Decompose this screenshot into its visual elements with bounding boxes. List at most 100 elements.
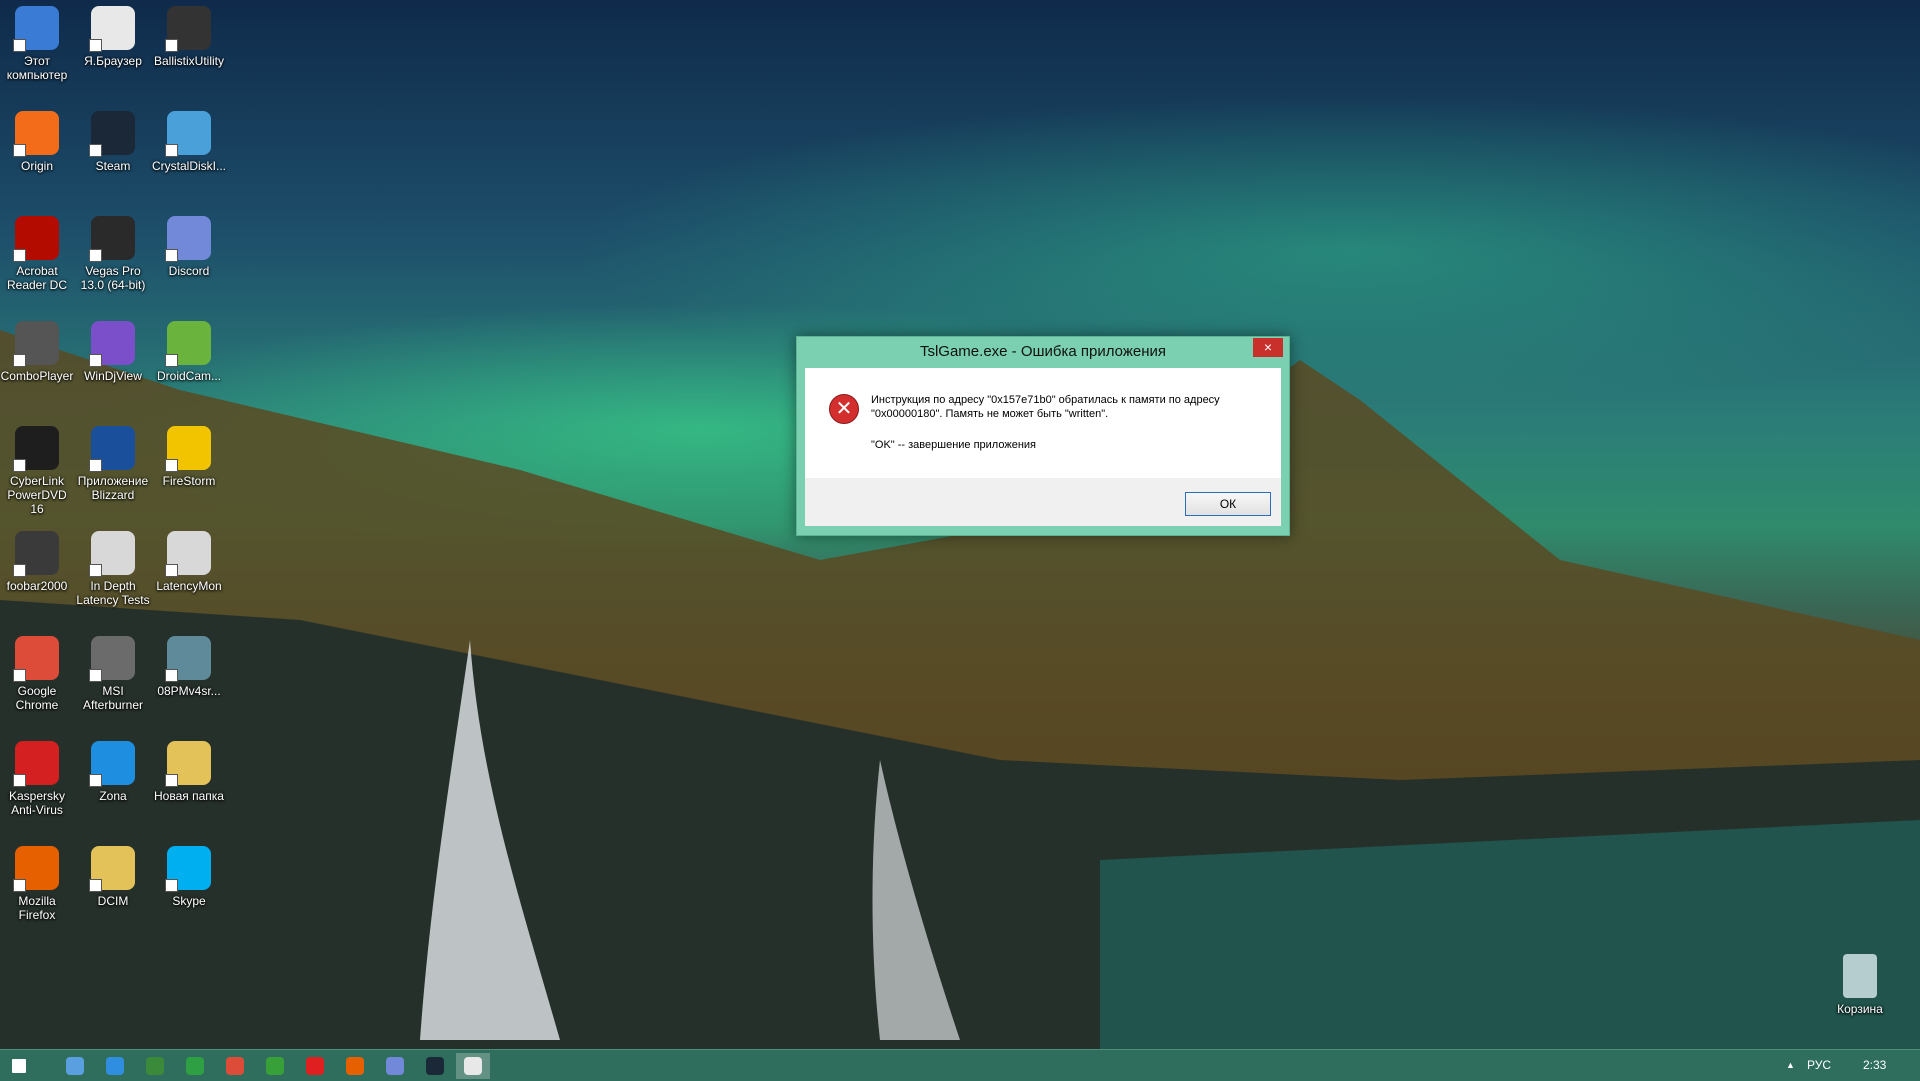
yandex-browser-icon [306, 1057, 324, 1075]
desktop-icon-folder[interactable]: Новая папка [152, 735, 226, 803]
desktop-icon-firefox[interactable]: Mozilla Firefox [0, 840, 74, 922]
desktop-icon-crystaldisk[interactable]: CrystalDiskI... [152, 105, 226, 173]
taskbar-windows-start-button[interactable] [2, 1053, 36, 1079]
foobar-icon [13, 531, 59, 577]
desktop-icon-afterburner[interactable]: MSI Afterburner [76, 630, 150, 712]
error-message-line: Инструкция по адресу "0x157e71b0" обрати… [871, 394, 1220, 406]
desktop-icon-label: FireStorm [162, 474, 216, 488]
desktop-icon-chrome[interactable]: Google Chrome [0, 630, 74, 712]
taskbar-chrome-button[interactable] [218, 1053, 252, 1079]
discord-icon [386, 1057, 404, 1075]
desktop-icon-acrobat[interactable]: Acrobat Reader DC [0, 210, 74, 292]
origin-icon [13, 111, 59, 157]
desktop-icon-discord[interactable]: Discord [152, 210, 226, 278]
taskbar-discord-button[interactable] [378, 1053, 412, 1079]
desktop-icon-label: BallistixUtility [153, 54, 224, 68]
kaspersky-icon [13, 741, 59, 787]
desktop-icon-powerdvd[interactable]: CyberLink PowerDVD 16 [0, 420, 74, 516]
error-message-line: "0x00000180". Память не может быть "writ… [871, 408, 1109, 420]
desktop-icon-recycle-bin[interactable]: Корзина [1823, 948, 1897, 1016]
desktop-icon-zona[interactable]: Zona [76, 735, 150, 803]
droidcam-icon [165, 321, 211, 367]
taskbar-app-window-button[interactable] [456, 1053, 490, 1079]
desktop-icon-windjview[interactable]: WinDjView [76, 315, 150, 383]
desktop-icon-yandex-browser[interactable]: Я.Браузер [76, 0, 150, 68]
dialog-message-area: ✕ Инструкция по адресу "0x157e71b0" обра… [805, 368, 1281, 478]
taskbar-store-button[interactable] [178, 1053, 212, 1079]
desktop-icon-label: Новая папка [154, 789, 224, 803]
taskbar-steam-button[interactable] [418, 1053, 452, 1079]
shortcut-arrow-icon [13, 39, 26, 52]
desktop-icon-ballistix[interactable]: BallistixUtility [152, 0, 226, 68]
shortcut-arrow-icon [165, 459, 178, 472]
shortcut-arrow-icon [89, 144, 102, 157]
shortcut-arrow-icon [89, 249, 102, 262]
dialog-title[interactable]: TslGame.exe - Ошибка приложения [797, 337, 1289, 367]
desktop-icon-label: Google Chrome [15, 684, 59, 712]
shortcut-arrow-icon [165, 39, 178, 52]
tray-overflow-chevron[interactable]: ▲ [1786, 1060, 1795, 1070]
desktop-icon-comboplayer[interactable]: ComboPlayer [0, 315, 74, 383]
desktop-icon-skype[interactable]: Skype [152, 840, 226, 908]
windows-start-icon [12, 1059, 26, 1073]
windjview-icon [89, 321, 135, 367]
desktop-icon-kaspersky[interactable]: Kaspersky Anti-Virus [0, 735, 74, 817]
desktop-icon-label: DCIM [97, 894, 129, 908]
close-button[interactable]: × [1253, 338, 1283, 357]
error-message: Инструкция по адресу "0x157e71b0" обрати… [871, 393, 1271, 421]
taskbar-firefox-button[interactable] [338, 1053, 372, 1079]
desktop-icon-label: Origin [20, 159, 53, 173]
desktop-icon-firestorm[interactable]: FireStorm [152, 420, 226, 488]
latencymon-icon [165, 531, 211, 577]
vegas-icon [89, 216, 135, 262]
powerdvd-icon [13, 426, 59, 472]
ok-button[interactable]: ОК [1185, 492, 1271, 516]
clock[interactable]: 2:33 [1863, 1058, 1886, 1072]
recycle-bin-icon [1843, 954, 1877, 998]
desktop-icon-label: foobar2000 [6, 579, 68, 593]
desktop-icon-image-file[interactable]: 08PMv4sr... [152, 630, 226, 698]
discord-icon [165, 216, 211, 262]
firestorm-icon [165, 426, 211, 472]
desktop-icon-label: LatencyMon [156, 579, 222, 593]
zona-icon [89, 741, 135, 787]
error-icon: ✕ [829, 394, 859, 424]
desktop-icon-label: Zona [99, 789, 127, 803]
store-icon [186, 1057, 204, 1075]
taskbar-yandex-browser-button[interactable] [298, 1053, 332, 1079]
chrome-icon [226, 1057, 244, 1075]
kaspersky-icon [146, 1057, 164, 1075]
blizzard-icon [89, 426, 135, 472]
shortcut-arrow-icon [89, 774, 102, 787]
input-language-indicator[interactable]: РУС [1807, 1058, 1831, 1072]
desktop-icon-latency-tests[interactable]: In Depth Latency Tests [76, 525, 150, 607]
taskbar-kaspersky-button[interactable] [138, 1053, 172, 1079]
desktop-icon-foobar[interactable]: foobar2000 [0, 525, 74, 593]
desktop-icon-origin[interactable]: Origin [0, 105, 74, 173]
taskbar-xbox-button[interactable] [258, 1053, 292, 1079]
shortcut-arrow-icon [165, 564, 178, 577]
desktop-icon-droidcam[interactable]: DroidCam... [152, 315, 226, 383]
acrobat-icon [13, 216, 59, 262]
desktop-icon-latencymon[interactable]: LatencyMon [152, 525, 226, 593]
desktop-icon-label: Я.Браузер [84, 54, 142, 68]
desktop-icon-computer[interactable]: Этот компьютер [0, 0, 74, 82]
taskbar: ▲ РУС 2:33 [0, 1049, 1920, 1081]
desktop-icon-vegas[interactable]: Vegas Pro 13.0 (64-bit) [76, 210, 150, 292]
internet-explorer-icon [106, 1057, 124, 1075]
afterburner-icon [89, 636, 135, 682]
image-file-icon [165, 636, 211, 682]
shortcut-arrow-icon [13, 144, 26, 157]
desktop-icon-label: Vegas Pro 13.0 (64-bit) [80, 264, 146, 292]
desktop-icon-steam[interactable]: Steam [76, 105, 150, 173]
shortcut-arrow-icon [165, 879, 178, 892]
shortcut-arrow-icon [89, 879, 102, 892]
yandex-browser-icon [89, 6, 135, 52]
desktop-icon-label: Корзина [1837, 1002, 1883, 1016]
taskbar-task-view-button[interactable] [58, 1053, 92, 1079]
app-window-icon [464, 1057, 482, 1075]
shortcut-arrow-icon [89, 669, 102, 682]
taskbar-internet-explorer-button[interactable] [98, 1053, 132, 1079]
desktop-icon-blizzard[interactable]: Приложение Blizzard [76, 420, 150, 502]
desktop-icon-folder[interactable]: DCIM [76, 840, 150, 908]
